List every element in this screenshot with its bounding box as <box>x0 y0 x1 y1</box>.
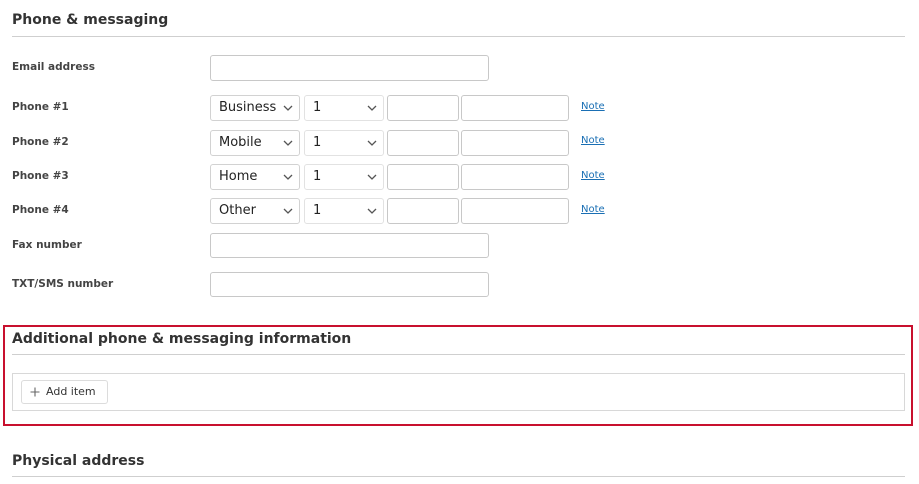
phone-4-label: Phone #4 <box>12 204 69 216</box>
phone-4-country-code-value: 1 <box>313 203 322 218</box>
section-title-physical-address: Physical address <box>12 453 145 469</box>
chevron-down-icon <box>283 140 293 146</box>
phone-2-country-code-select[interactable]: 1 <box>304 130 384 156</box>
phone-1-number-input[interactable] <box>461 95 569 121</box>
phone-3-country-code-select[interactable]: 1 <box>304 164 384 190</box>
phone-3-area-code-input[interactable] <box>387 164 459 190</box>
sms-field[interactable] <box>210 272 489 297</box>
phone-2-type-value: Mobile <box>219 135 262 150</box>
phone-3-number-input[interactable] <box>461 164 569 190</box>
phone-4-number-input[interactable] <box>461 198 569 224</box>
phone-4-type-value: Other <box>219 203 256 218</box>
fax-label: Fax number <box>12 239 82 251</box>
section-divider <box>12 476 905 477</box>
phone-1-type-value: Business <box>219 100 277 115</box>
section-divider <box>12 354 905 355</box>
phone-1-note-link[interactable]: Note <box>581 101 605 112</box>
phone-1-label: Phone #1 <box>12 101 69 113</box>
phone-3-type-select[interactable]: Home <box>210 164 300 190</box>
add-item-button[interactable]: Add item <box>21 380 108 404</box>
phone-3-note-link[interactable]: Note <box>581 170 605 181</box>
phone-2-label: Phone #2 <box>12 136 69 148</box>
phone-3-type-value: Home <box>219 169 258 184</box>
chevron-down-icon <box>367 105 377 111</box>
plus-icon <box>30 387 40 397</box>
phone-1-country-code-select[interactable]: 1 <box>304 95 384 121</box>
fax-field[interactable] <box>210 233 489 258</box>
chevron-down-icon <box>367 174 377 180</box>
chevron-down-icon <box>367 140 377 146</box>
phone-3-country-code-value: 1 <box>313 169 322 184</box>
phone-4-country-code-select[interactable]: 1 <box>304 198 384 224</box>
phone-2-country-code-value: 1 <box>313 135 322 150</box>
phone-1-country-code-value: 1 <box>313 100 322 115</box>
section-title-phone-messaging: Phone & messaging <box>12 12 169 28</box>
phone-2-type-select[interactable]: Mobile <box>210 130 300 156</box>
email-field[interactable] <box>210 55 489 81</box>
section-divider <box>12 36 905 37</box>
chevron-down-icon <box>283 208 293 214</box>
phone-4-area-code-input[interactable] <box>387 198 459 224</box>
add-item-label: Add item <box>46 385 96 398</box>
chevron-down-icon <box>283 105 293 111</box>
phone-1-type-select[interactable]: Business <box>210 95 300 121</box>
phone-2-area-code-input[interactable] <box>387 130 459 156</box>
phone-4-note-link[interactable]: Note <box>581 204 605 215</box>
email-label: Email address <box>12 61 95 73</box>
chevron-down-icon <box>367 208 377 214</box>
phone-1-area-code-input[interactable] <box>387 95 459 121</box>
phone-2-number-input[interactable] <box>461 130 569 156</box>
section-title-additional-phone: Additional phone & messaging information <box>12 331 352 347</box>
phone-3-label: Phone #3 <box>12 170 69 182</box>
phone-2-note-link[interactable]: Note <box>581 135 605 146</box>
phone-4-type-select[interactable]: Other <box>210 198 300 224</box>
chevron-down-icon <box>283 174 293 180</box>
sms-label: TXT/SMS number <box>12 278 114 290</box>
additional-items-panel: Add item <box>12 373 905 411</box>
